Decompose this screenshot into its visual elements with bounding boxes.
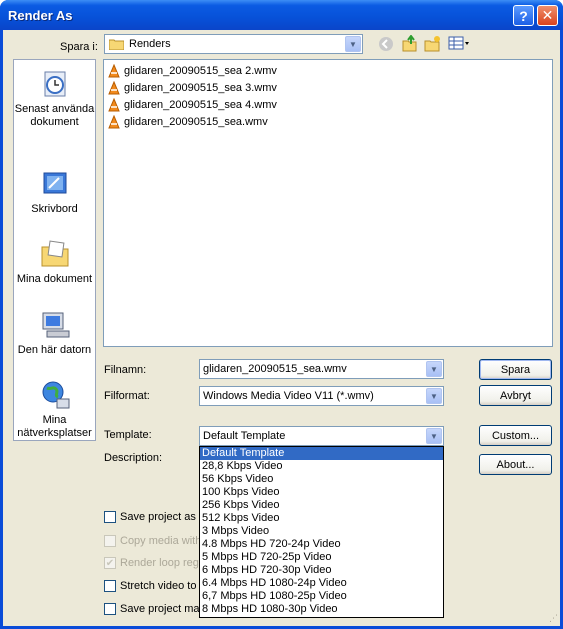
place-network[interactable]: Mina nätverksplatser xyxy=(14,379,95,440)
dropdown-option[interactable]: 6 Mbps HD 720-30p Video xyxy=(200,564,443,577)
dropdown-option[interactable]: 28,8 Kbps Video xyxy=(200,460,443,473)
file-name: glidaren_20090515_sea 3.wmv xyxy=(124,82,277,94)
format-label: Filformat: xyxy=(104,390,150,402)
close-icon: ✕ xyxy=(541,7,554,23)
filename-value: glidaren_20090515_sea.wmv xyxy=(203,363,347,375)
filename-label: Filnamn: xyxy=(104,364,147,376)
vlc-file-icon xyxy=(108,64,120,78)
template-label: Template: xyxy=(104,429,152,441)
vlc-file-icon xyxy=(108,81,120,95)
close-button[interactable]: ✕ xyxy=(537,5,558,26)
format-select[interactable]: Windows Media Video V11 (*.wmv) ▼ xyxy=(199,386,444,406)
resize-grip-icon[interactable]: ⋰ xyxy=(549,613,558,624)
template-select[interactable]: Default Template ▼ xyxy=(199,426,444,446)
save-in-value: Renders xyxy=(129,38,171,50)
dropdown-option[interactable]: 56 Kbps Video xyxy=(200,473,443,486)
checkbox-box[interactable] xyxy=(104,511,116,523)
place-label: Senast använda dokument xyxy=(14,103,95,128)
up-folder-icon[interactable] xyxy=(401,34,418,55)
copy-media-checkbox[interactable]: Copy media with xyxy=(104,535,201,547)
dropdown-option[interactable]: 100 Kbps Video xyxy=(200,486,443,499)
place-my-documents[interactable]: Mina dokument xyxy=(14,238,95,286)
save-project-path-checkbox[interactable]: Save project as p xyxy=(104,511,205,523)
chevron-down-icon[interactable]: ▼ xyxy=(426,428,442,444)
place-recent[interactable]: Senast använda dokument xyxy=(14,68,95,129)
place-desktop[interactable]: Skrivbord xyxy=(14,168,95,216)
dropdown-option[interactable]: 5 Mbps HD 720-25p Video xyxy=(200,551,443,564)
about-button[interactable]: About... xyxy=(479,454,552,475)
dropdown-option[interactable]: 6.4 Mbps HD 1080-24p Video xyxy=(200,577,443,590)
checkbox-label: Stretch video to xyxy=(120,580,197,592)
checkbox-label: Render loop regi xyxy=(120,557,202,569)
filename-field[interactable]: glidaren_20090515_sea.wmv ▼ xyxy=(199,359,444,379)
view-menu-icon[interactable] xyxy=(448,35,470,54)
network-places-icon xyxy=(39,379,71,411)
dropdown-option[interactable]: 8 Mbps HD 1080-30p Video xyxy=(200,603,443,616)
checkbox-box[interactable] xyxy=(104,580,116,592)
recent-documents-icon xyxy=(39,68,71,100)
file-name: glidaren_20090515_sea 4.wmv xyxy=(124,99,277,111)
title-bar[interactable]: Render As ? ✕ xyxy=(0,0,563,30)
place-label: Mina dokument xyxy=(16,273,93,285)
custom-button[interactable]: Custom... xyxy=(479,425,552,446)
vlc-file-icon xyxy=(108,115,120,129)
checkbox-box[interactable] xyxy=(104,603,116,615)
places-bar: Senast använda dokument Skrivbord Mina d… xyxy=(13,59,96,441)
chevron-down-icon[interactable]: ▼ xyxy=(426,388,442,404)
dropdown-option[interactable]: 6,7 Mbps HD 1080-25p Video xyxy=(200,590,443,603)
file-name: glidaren_20090515_sea.wmv xyxy=(124,116,268,128)
chevron-down-icon[interactable]: ▼ xyxy=(426,361,442,377)
save-in-combo[interactable]: Renders ▼ xyxy=(104,34,363,54)
place-my-computer[interactable]: Den här datorn xyxy=(14,309,95,357)
checkbox-label: Copy media with xyxy=(120,535,202,547)
file-name: glidaren_20090515_sea 2.wmv xyxy=(124,65,277,77)
file-list[interactable]: glidaren_20090515_sea 2.wmv glidaren_200… xyxy=(103,59,553,347)
back-icon[interactable] xyxy=(378,36,394,55)
my-documents-icon xyxy=(39,238,71,270)
list-item[interactable]: glidaren_20090515_sea 3.wmv xyxy=(107,80,277,96)
description-label: Description: xyxy=(104,452,163,464)
dialog-body: Spara i: Renders ▼ Senast använda dokume… xyxy=(3,30,560,626)
folder-icon xyxy=(108,38,125,51)
place-label: Mina nätverksplatser xyxy=(17,414,92,439)
dropdown-option[interactable]: 256 Kbps Video xyxy=(200,499,443,512)
format-value: Windows Media Video V11 (*.wmv) xyxy=(203,390,374,402)
window-title: Render As xyxy=(8,8,73,23)
list-item[interactable]: glidaren_20090515_sea 4.wmv xyxy=(107,97,277,113)
list-item[interactable]: glidaren_20090515_sea.wmv xyxy=(107,114,268,130)
question-icon: ? xyxy=(519,7,528,24)
chevron-down-icon[interactable]: ▼ xyxy=(345,36,361,52)
save-project-markers-checkbox[interactable]: Save project mar xyxy=(104,603,203,615)
place-label: Skrivbord xyxy=(31,203,78,215)
vlc-file-icon xyxy=(108,98,120,112)
save-in-label: Spara i: xyxy=(60,41,98,53)
checkbox-box[interactable] xyxy=(104,535,116,547)
checkmark-icon[interactable]: ✔ xyxy=(104,557,116,569)
list-item[interactable]: glidaren_20090515_sea 2.wmv xyxy=(107,63,277,79)
template-dropdown-list[interactable]: Default Template 28,8 Kbps Video 56 Kbps… xyxy=(199,446,444,618)
dropdown-option[interactable]: Default Template xyxy=(200,447,443,460)
new-folder-icon[interactable] xyxy=(424,35,441,55)
my-computer-icon xyxy=(39,309,71,341)
place-label: Den här datorn xyxy=(17,344,92,356)
dropdown-option[interactable]: 3 Mbps Video xyxy=(200,525,443,538)
dropdown-option[interactable]: 512 Kbps Video xyxy=(200,512,443,525)
help-button[interactable]: ? xyxy=(513,5,534,26)
desktop-icon xyxy=(39,168,71,200)
cancel-button[interactable]: Avbryt xyxy=(479,385,552,406)
dropdown-option[interactable]: 4.8 Mbps HD 720-24p Video xyxy=(200,538,443,551)
stretch-video-checkbox[interactable]: Stretch video to xyxy=(104,580,196,592)
template-value: Default Template xyxy=(203,430,286,442)
checkbox-label: Save project as p xyxy=(120,511,205,523)
save-button[interactable]: Spara xyxy=(479,359,552,380)
render-as-dialog: Render As ? ✕ Spara i: Renders ▼ Senast … xyxy=(0,0,563,629)
render-loop-region-checkbox[interactable]: ✔ Render loop regi xyxy=(104,557,201,569)
checkbox-label: Save project mar xyxy=(120,603,204,615)
